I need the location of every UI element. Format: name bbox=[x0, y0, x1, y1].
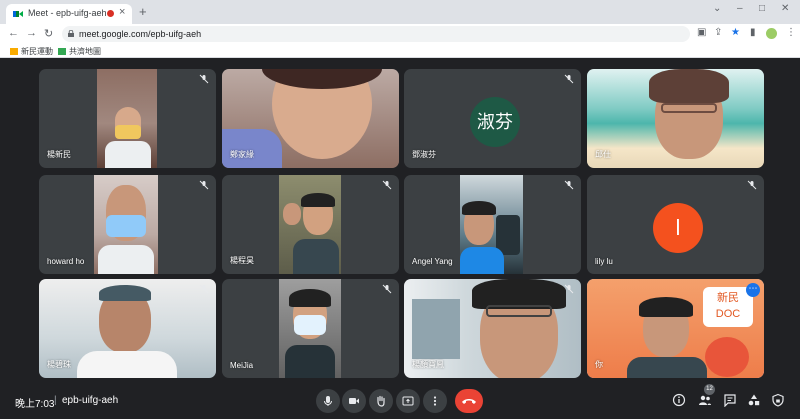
chevron-down-icon[interactable]: ⌄ bbox=[713, 3, 721, 14]
divider: | bbox=[54, 395, 57, 406]
participant-name: 鄭家緣 bbox=[230, 150, 254, 159]
participant-tile[interactable]: 邱仕 bbox=[587, 69, 764, 168]
window-maximize-button[interactable]: □ bbox=[759, 3, 765, 14]
participant-tile[interactable]: Angel Yang bbox=[404, 175, 581, 274]
browser-tab-bar: Meet - epb-uifg-aeh × + ⌄ – □ ✕ bbox=[0, 0, 800, 24]
participant-video bbox=[279, 279, 341, 378]
mic-off-icon bbox=[564, 284, 574, 294]
participant-name: 邱仕 bbox=[595, 150, 611, 159]
raise-hand-button[interactable] bbox=[369, 389, 393, 413]
participant-name: 鄧淑芬 bbox=[412, 150, 436, 159]
bookmark-star-icon[interactable]: ★ bbox=[731, 27, 740, 38]
tab-close-button[interactable]: × bbox=[119, 6, 125, 18]
participant-name: 楊顏寶鳳 bbox=[412, 360, 444, 369]
camera-button[interactable] bbox=[342, 389, 366, 413]
participant-avatar: 淑芬 bbox=[470, 97, 520, 147]
participant-name: Angel Yang bbox=[412, 257, 453, 266]
leave-call-button[interactable] bbox=[455, 389, 483, 413]
participant-name: 楊新民 bbox=[47, 150, 71, 159]
url-text: meet.google.com/epb-uifg-aeh bbox=[79, 29, 202, 39]
window-close-button[interactable]: ✕ bbox=[781, 3, 789, 14]
chat-icon[interactable] bbox=[723, 393, 737, 407]
meeting-stage: 楊新民 鄭家緣 淑芬 鄧淑芬 邱仕 howard ho 楊程昊 Angel Ya… bbox=[0, 59, 800, 383]
people-icon[interactable] bbox=[698, 393, 712, 407]
tab-title: Meet - epb-uifg-aeh bbox=[28, 8, 107, 18]
profile-avatar[interactable] bbox=[766, 28, 777, 39]
participant-name: MeiJia bbox=[230, 361, 254, 370]
mic-off-icon bbox=[747, 180, 757, 190]
meet-favicon-icon bbox=[13, 11, 23, 17]
participant-name: 楊碧珠 bbox=[47, 360, 71, 369]
bookmark-item[interactable]: 共濟地圖 bbox=[58, 46, 101, 57]
more-options-button[interactable]: ⋯ bbox=[746, 283, 760, 297]
mic-off-icon bbox=[199, 74, 209, 84]
sign-text-line2: DOC bbox=[715, 308, 741, 320]
hand-icon bbox=[377, 395, 385, 407]
participant-name: 你 bbox=[595, 360, 603, 369]
call-end-icon bbox=[462, 399, 476, 404]
info-icon[interactable] bbox=[672, 393, 686, 407]
meeting-controls-bar: 晚上7:03 | epb-uifg-aeh 12 bbox=[0, 383, 800, 419]
recording-dot-icon bbox=[107, 10, 114, 17]
participant-tile[interactable]: 楊程昊 bbox=[222, 175, 399, 274]
share-icon[interactable]: ⇪ bbox=[714, 27, 722, 38]
sidebar-icon[interactable]: ▮ bbox=[750, 27, 756, 38]
present-screen-button[interactable] bbox=[396, 389, 420, 413]
forward-arrow-icon[interactable]: → bbox=[26, 27, 37, 39]
new-tab-button[interactable]: + bbox=[139, 5, 147, 19]
microphone-icon bbox=[324, 396, 332, 406]
back-arrow-icon[interactable]: ← bbox=[8, 27, 19, 39]
participant-tile[interactable]: 楊顏寶鳳 bbox=[404, 279, 581, 378]
address-bar[interactable]: meet.google.com/epb-uifg-aeh bbox=[62, 26, 690, 42]
participant-video bbox=[460, 175, 523, 274]
participant-video bbox=[279, 175, 341, 274]
participant-tile[interactable]: 淑芬 鄧淑芬 bbox=[404, 69, 581, 168]
participant-avatar: l bbox=[653, 203, 703, 253]
browser-toolbar: ← → ↻ meet.google.com/epb-uifg-aeh ▣ ⇪ ★… bbox=[0, 24, 800, 44]
activities-icon[interactable] bbox=[747, 393, 761, 407]
host-controls-icon[interactable] bbox=[771, 393, 785, 407]
camera-icon[interactable]: ▣ bbox=[697, 27, 706, 38]
participant-tile[interactable]: 楊碧珠 bbox=[39, 279, 216, 378]
meeting-clock: 晚上7:03 bbox=[15, 399, 55, 410]
bookmark-item[interactable]: 新民運動 bbox=[10, 46, 53, 57]
more-vert-icon bbox=[433, 396, 437, 406]
participant-name: 楊程昊 bbox=[230, 256, 254, 265]
participant-tile[interactable]: MeiJia bbox=[222, 279, 399, 378]
participant-tile[interactable]: 鄭家緣 bbox=[222, 69, 399, 168]
participant-count-badge: 12 bbox=[704, 384, 715, 395]
mic-off-icon bbox=[382, 180, 392, 190]
participant-tile-self[interactable]: 新民 DOC ⋯ 你 bbox=[587, 279, 764, 378]
mic-off-icon bbox=[199, 284, 209, 294]
participant-tile[interactable]: 楊新民 bbox=[39, 69, 216, 168]
bookmarks-bar: 新民運動 共濟地圖 bbox=[0, 44, 800, 58]
participant-name: howard ho bbox=[47, 257, 85, 266]
reload-icon[interactable]: ↻ bbox=[44, 27, 53, 40]
browser-tab-meet[interactable]: Meet - epb-uifg-aeh × bbox=[6, 4, 132, 24]
participant-video bbox=[97, 69, 157, 168]
participant-tile[interactable]: howard ho bbox=[39, 175, 216, 274]
more-vert-icon[interactable]: ⋮ bbox=[786, 27, 796, 38]
present-icon bbox=[402, 396, 414, 406]
meeting-code: epb-uifg-aeh bbox=[62, 395, 119, 406]
mic-off-icon bbox=[564, 180, 574, 190]
participant-video bbox=[587, 69, 764, 168]
lock-icon bbox=[68, 30, 74, 37]
folder-icon bbox=[10, 48, 18, 55]
mic-off-icon bbox=[564, 74, 574, 84]
folder-icon bbox=[58, 48, 66, 55]
window-minimize-button[interactable]: – bbox=[737, 3, 743, 14]
participant-video: 新民 DOC bbox=[587, 279, 764, 378]
participant-video bbox=[94, 175, 158, 274]
mic-off-icon bbox=[382, 284, 392, 294]
participant-tile[interactable]: l lily lu bbox=[587, 175, 764, 274]
participant-name: lily lu bbox=[595, 257, 613, 266]
mic-off-icon bbox=[199, 180, 209, 190]
microphone-button[interactable] bbox=[316, 389, 340, 413]
videocam-icon bbox=[349, 398, 359, 404]
more-options-button[interactable] bbox=[423, 389, 447, 413]
